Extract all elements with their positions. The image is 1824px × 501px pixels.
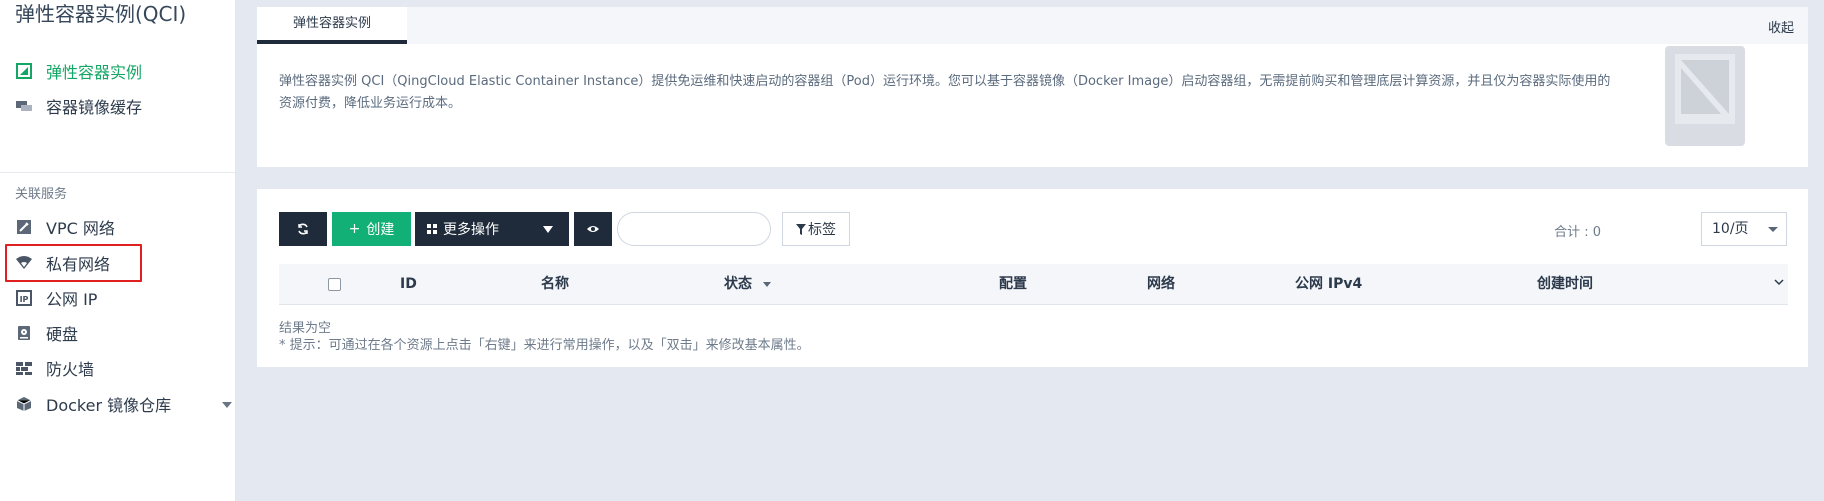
tag-filter-button[interactable]: 标签 <box>782 212 850 246</box>
expand-columns-icon[interactable] <box>1774 279 1784 286</box>
refresh-button[interactable] <box>279 212 327 246</box>
sidebar-item-vpc[interactable]: VPC 网络 <box>15 212 115 242</box>
sort-down-icon <box>762 281 771 287</box>
highlight-box <box>5 244 142 282</box>
grid-icon <box>427 224 437 234</box>
sidebar-item-disk[interactable]: 硬盘 <box>15 318 78 348</box>
sidebar-item-label: 弹性容器实例 <box>46 63 143 82</box>
column-created-at[interactable]: 创建时间 <box>1537 264 1593 304</box>
sidebar-item-public-ip[interactable]: IP 公网 IP <box>15 283 97 313</box>
more-actions-label: 更多操作 <box>443 222 499 238</box>
column-name[interactable]: 名称 <box>541 264 569 304</box>
sidebar-item-image-cache[interactable]: 容器镜像缓存 <box>15 91 142 121</box>
empty-state: 结果为空 * 提示：可通过在各个资源上点击「右键」来进行常用操作，以及「双击」来… <box>279 320 810 354</box>
column-visibility-button[interactable] <box>574 212 612 246</box>
column-network[interactable]: 网络 <box>1147 264 1175 304</box>
page-size-value: 10/页 <box>1712 221 1749 237</box>
more-actions-dropdown[interactable]: 更多操作 <box>415 212 569 246</box>
plus-icon: + <box>348 221 361 237</box>
vpc-icon <box>15 218 33 236</box>
eye-icon <box>587 226 599 232</box>
sidebar-item-firewall[interactable]: 防火墙 <box>15 353 94 383</box>
chevron-down-icon <box>543 226 553 233</box>
tag-filter-label: 标签 <box>808 222 836 238</box>
empty-result-text: 结果为空 <box>279 321 332 336</box>
total-count: 合计 : 0 <box>1554 225 1601 240</box>
instance-list-panel: + 创建 更多操作 标签 合计 : 0 10/页 ID 名称 状态 配置 网络 … <box>257 189 1808 367</box>
column-public-ipv4[interactable]: 公网 IPv4 <box>1295 264 1362 304</box>
chevron-down-icon <box>1768 227 1778 232</box>
sidebar-divider <box>0 172 235 173</box>
sidebar-item-label: Docker 镜像仓库 <box>46 396 172 415</box>
docker-registry-icon <box>15 395 33 413</box>
sidebar-item-container-instance[interactable]: 弹性容器实例 <box>15 56 142 86</box>
column-id[interactable]: ID <box>400 264 417 304</box>
create-button-label: 创建 <box>366 222 395 238</box>
app-title: 弹性容器实例(QCI) <box>15 2 187 26</box>
create-button[interactable]: + 创建 <box>332 212 411 246</box>
intro-panel: 弹性容器实例 收起 弹性容器实例 QCI（QingCloud Elastic C… <box>257 7 1808 167</box>
table-header: ID 名称 状态 配置 网络 公网 IPv4 创建时间 <box>279 264 1788 305</box>
container-instance-icon <box>15 62 33 80</box>
search-input[interactable] <box>617 212 771 246</box>
sidebar-item-label: 防火墙 <box>46 360 95 379</box>
filter-icon <box>796 223 806 235</box>
sidebar-item-label: 容器镜像缓存 <box>46 98 143 117</box>
placeholder-illustration <box>1663 46 1747 152</box>
refresh-icon <box>298 223 308 235</box>
column-config[interactable]: 配置 <box>999 264 1027 304</box>
intro-description: 弹性容器实例 QCI（QingCloud Elastic Container I… <box>279 74 1611 111</box>
related-services-label: 关联服务 <box>15 187 68 202</box>
page-size-select[interactable]: 10/页 <box>1701 212 1787 246</box>
collapse-link[interactable]: 收起 <box>1768 17 1794 36</box>
column-status[interactable]: 状态 <box>724 264 771 304</box>
tab-container-instance[interactable]: 弹性容器实例 <box>257 7 407 44</box>
sidebar-item-label: 硬盘 <box>46 325 79 344</box>
sidebar-item-label: VPC 网络 <box>46 219 115 238</box>
svg-text:IP: IP <box>20 295 29 304</box>
sidebar-item-docker-registry[interactable]: Docker 镜像仓库 <box>15 389 232 419</box>
select-all-checkbox[interactable] <box>328 278 341 291</box>
chevron-down-icon[interactable] <box>222 402 232 408</box>
usage-hint: * 提示：可通过在各个资源上点击「右键」来进行常用操作，以及「双击」来修改基本属… <box>279 338 810 353</box>
image-cache-icon <box>15 97 33 115</box>
ip-icon: IP <box>15 289 33 307</box>
disk-icon <box>15 324 33 342</box>
sidebar: 弹性容器实例(QCI) 弹性容器实例 容器镜像缓存 关联服务 VPC 网络 私有… <box>0 0 236 501</box>
column-status-label: 状态 <box>724 276 752 292</box>
sidebar-item-label: 公网 IP <box>46 290 98 309</box>
tab-bar: 弹性容器实例 收起 <box>257 7 1808 44</box>
firewall-icon <box>15 359 33 377</box>
